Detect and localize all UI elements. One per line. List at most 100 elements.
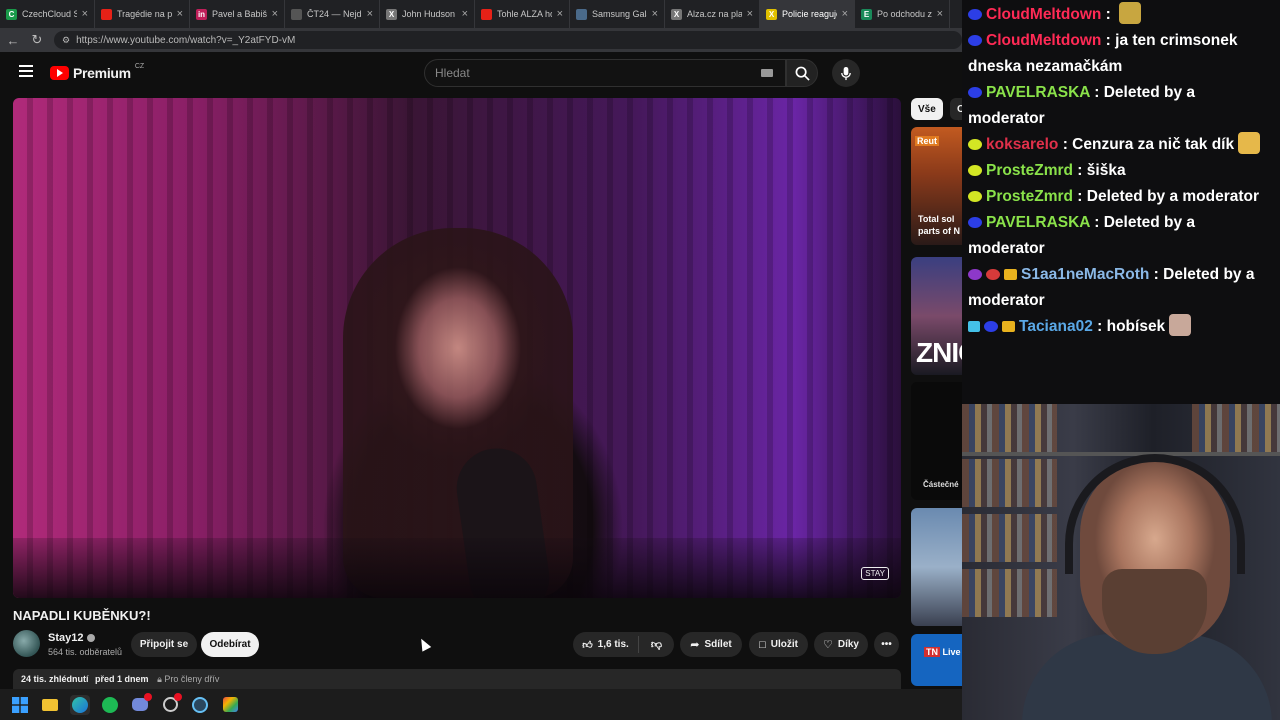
tab-close-icon[interactable]: ×: [177, 8, 183, 20]
chat-username[interactable]: PAVELRASKA: [986, 84, 1090, 101]
chat-username[interactable]: Taciana02: [1019, 318, 1093, 335]
reload-icon[interactable]: ↻: [30, 32, 44, 48]
tab-close-icon[interactable]: ×: [557, 8, 563, 20]
tab-close-icon[interactable]: ×: [272, 8, 278, 20]
chat-username[interactable]: ProsteZmrd: [986, 188, 1073, 205]
chat-message: CloudMeltdown : ja ten crimsonek dneska …: [968, 28, 1274, 80]
chat-username[interactable]: S1aa1neMacRoth: [1021, 266, 1149, 283]
rec3-caption: Částečné: [923, 480, 959, 489]
recommended-thumb-4[interactable]: [911, 508, 962, 626]
browser-tab[interactable]: X Alza.cz na platf ×: [665, 0, 760, 28]
browser-tab[interactable]: ČT24 — Nejdů ×: [285, 0, 380, 28]
browser-tab[interactable]: C CzechCloud St ×: [0, 0, 95, 28]
chip-all[interactable]: Vše: [911, 98, 943, 120]
windows-start-icon[interactable]: [10, 695, 30, 715]
share-button[interactable]: ➦ Sdílet: [680, 632, 742, 657]
recommended-thumb-3[interactable]: Částečné: [911, 382, 962, 500]
file-explorer-icon[interactable]: [40, 695, 60, 715]
chat-separator: :: [1073, 188, 1087, 205]
chat-separator: :: [1073, 162, 1087, 179]
browser-tab[interactable]: Tohle ALZA ho ×: [475, 0, 570, 28]
subscribe-button[interactable]: Odebírat: [201, 632, 259, 657]
chat-emote-icon: [1119, 2, 1142, 24]
tab-close-icon[interactable]: ×: [367, 8, 373, 20]
more-actions-button[interactable]: •••: [874, 632, 899, 657]
channel-name-row[interactable]: Stay12: [48, 632, 96, 644]
browser-tab[interactable]: X John Hudson n ×: [380, 0, 475, 28]
search-input[interactable]: Hledat: [424, 59, 786, 87]
chat-badge-blue-icon: [984, 321, 998, 332]
app-icon[interactable]: [160, 692, 182, 715]
discord-icon[interactable]: [130, 692, 152, 715]
join-label: Připojit se: [139, 639, 189, 650]
logo-wordmark: Premium: [73, 65, 131, 81]
chat-emote-icon: [1238, 132, 1261, 154]
tab-favicon-icon: [576, 8, 587, 20]
chat-separator: :: [1101, 6, 1116, 23]
description-box[interactable]: 24 tis. zhlédnutí před 1 dnem 🔒︎ Pro čle…: [13, 669, 901, 689]
view-count: 24 tis. zhlédnutí: [21, 674, 89, 684]
tab-title: CzechCloud St: [22, 9, 77, 19]
browser-address-bar: ← ↻ ⚙ https://www.youtube.com/watch?v=_Y…: [0, 28, 962, 52]
browser-tab[interactable]: E Po odchodu z ×: [855, 0, 950, 28]
verified-badge-icon: [87, 634, 96, 642]
tab-close-icon[interactable]: ×: [937, 8, 943, 20]
members-text: Pro členy dřív: [164, 674, 220, 684]
browser-tab[interactable]: Tragédie na pla ×: [95, 0, 190, 28]
spotify-icon[interactable]: [100, 695, 120, 715]
youtube-premium-logo[interactable]: Premium CZ: [50, 63, 144, 81]
chat-badge-blue-icon: [968, 35, 982, 46]
streamer-webcam: [962, 404, 1280, 720]
chat-badge-yellow-icon: [968, 191, 982, 202]
save-button[interactable]: □ Uložit: [749, 632, 808, 657]
url-text: https://www.youtube.com/watch?v=_Y2atFYD…: [76, 34, 296, 46]
dislike-button[interactable]: 👎︎: [639, 638, 674, 651]
chat-text: Cenzura za nič tak dík: [1072, 136, 1235, 153]
chat-username[interactable]: koksarelo: [986, 136, 1058, 153]
mouse-cursor: [416, 636, 432, 652]
chat-username[interactable]: PAVELRASKA: [986, 214, 1090, 231]
search-button[interactable]: [786, 59, 818, 87]
chat-separator: :: [1149, 266, 1164, 283]
browser-tab[interactable]: X Policie reaguje ×: [760, 0, 855, 28]
site-info-icon[interactable]: ⚙: [62, 35, 70, 46]
chat-badge-red-icon: [986, 269, 1000, 280]
multicolor-app-icon[interactable]: [220, 695, 240, 715]
chat-text: šiška: [1086, 162, 1126, 179]
chat-text: hobísek: [1106, 318, 1166, 335]
tab-close-icon[interactable]: ×: [652, 8, 658, 20]
app-notification-dot: [174, 692, 182, 701]
thanks-button[interactable]: ♡ Díky: [814, 632, 868, 657]
chat-separator: :: [1058, 136, 1073, 153]
browser-tab[interactable]: Samsung Gala ×: [570, 0, 665, 28]
chip-all-label: Vše: [918, 103, 936, 115]
keyboard-icon[interactable]: [761, 69, 773, 77]
chat-separator: :: [1092, 318, 1107, 335]
recommended-thumb-2[interactable]: ZNIČ: [911, 257, 962, 375]
like-button[interactable]: 👍︎ 1,6 tis.: [573, 636, 639, 653]
browser-tab[interactable]: in Pavel a Babiš v ×: [190, 0, 285, 28]
channel-watermark[interactable]: STAY: [861, 567, 889, 580]
recommended-thumb-5[interactable]: TN Live: [911, 634, 962, 686]
back-arrow-icon[interactable]: ←: [6, 33, 20, 48]
channel-name[interactable]: Stay12: [48, 632, 83, 644]
subscribe-label: Odebírat: [209, 639, 251, 650]
chat-message: koksarelo : Cenzura za nič tak dík: [968, 132, 1274, 158]
tab-close-icon[interactable]: ×: [462, 8, 468, 20]
chat-message: ProsteZmrd : šiška: [968, 158, 1274, 184]
tab-close-icon[interactable]: ×: [82, 8, 88, 20]
edge-browser-icon[interactable]: [70, 694, 90, 715]
join-button[interactable]: Připojit se: [131, 632, 197, 657]
recommended-thumb-1[interactable]: Reut Total sol parts of N: [911, 127, 962, 245]
hamburger-menu-icon[interactable]: [19, 65, 33, 80]
voice-search-button[interactable]: [832, 59, 860, 87]
channel-avatar[interactable]: [13, 630, 40, 657]
tab-close-icon[interactable]: ×: [842, 8, 848, 20]
video-player[interactable]: STAY: [13, 98, 901, 598]
chat-username[interactable]: CloudMeltdown: [986, 32, 1101, 49]
tab-close-icon[interactable]: ×: [747, 8, 753, 20]
chat-username[interactable]: ProsteZmrd: [986, 162, 1073, 179]
steam-icon[interactable]: [190, 695, 210, 715]
chat-username[interactable]: CloudMeltdown: [986, 6, 1101, 23]
url-field[interactable]: ⚙ https://www.youtube.com/watch?v=_Y2atF…: [54, 31, 962, 49]
